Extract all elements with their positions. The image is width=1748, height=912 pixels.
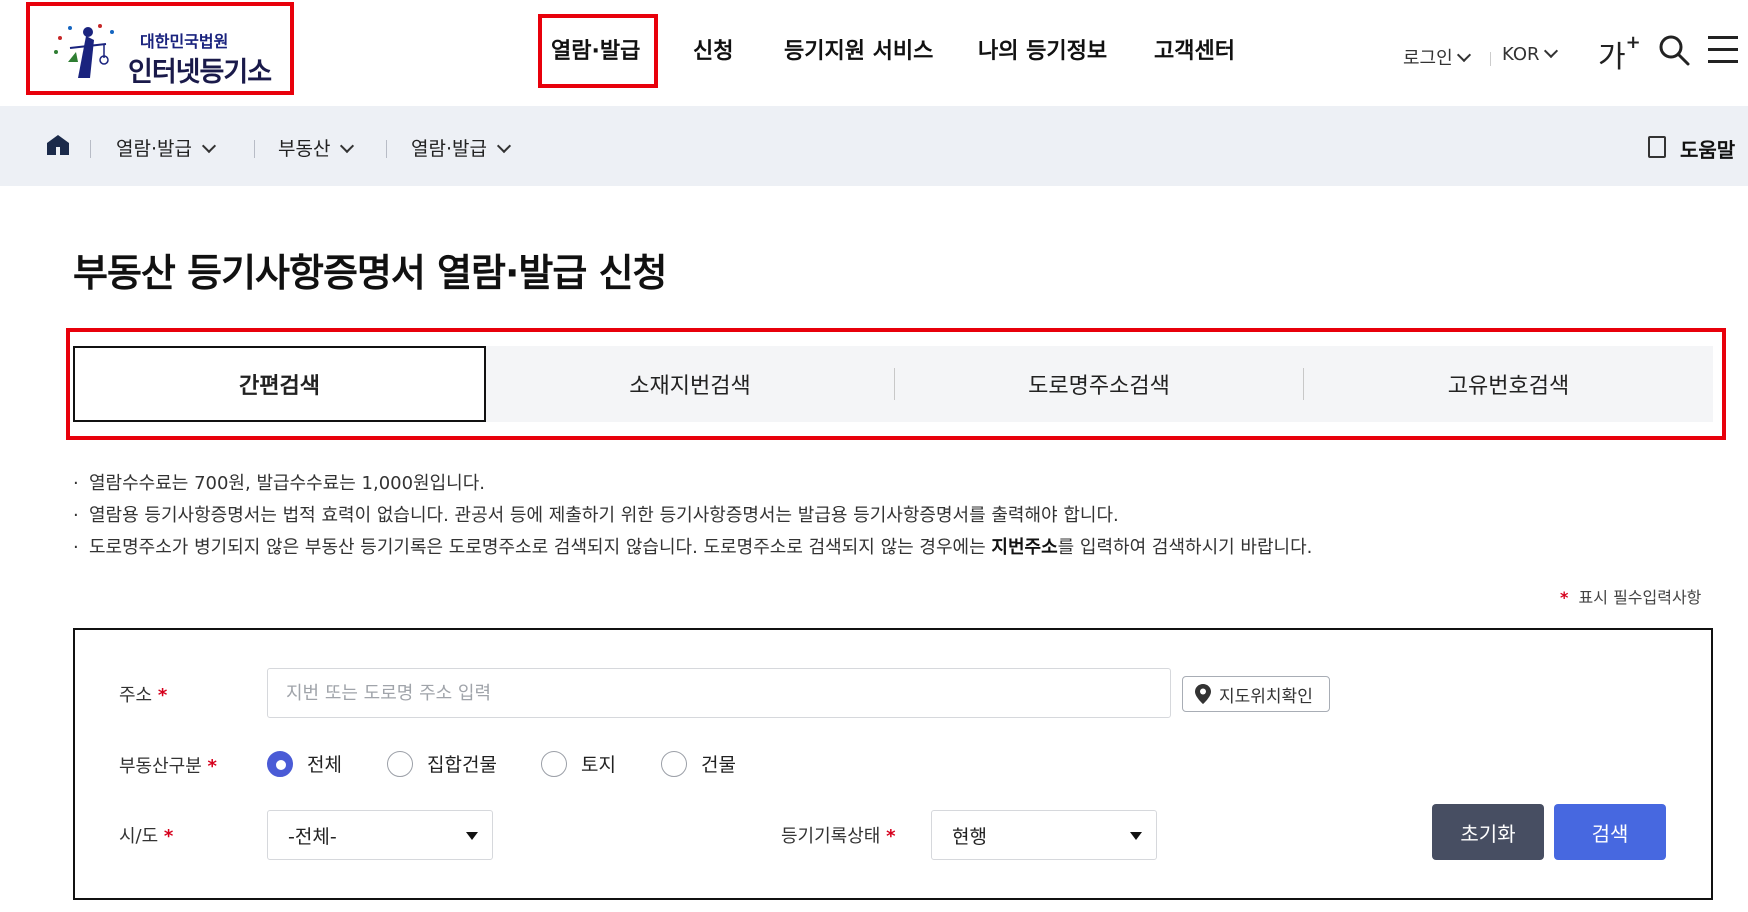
radio-building[interactable]: 건물 xyxy=(661,750,736,777)
address-label: 주소 * xyxy=(119,681,167,707)
page-title: 부동산 등기사항증명서 열람·발급 신청 xyxy=(73,251,667,295)
chevron-down-icon xyxy=(340,138,355,154)
nav-apply[interactable]: 신청 xyxy=(693,33,733,65)
label-text: 시/도 xyxy=(119,826,159,847)
nav-view-issue[interactable]: 열람·발급 xyxy=(551,33,640,65)
home-icon[interactable] xyxy=(46,134,70,156)
caret-down-icon xyxy=(466,832,478,840)
sido-select[interactable]: -전체- xyxy=(267,810,493,860)
search-tabs: 간편검색 소재지번검색 도로명주소검색 고유번호검색 xyxy=(73,346,1713,422)
breadcrumb: 열람·발급 부동산 열람·발급 도움말 xyxy=(0,106,1748,186)
search-button[interactable]: 검색 xyxy=(1554,804,1666,860)
caret-down-icon xyxy=(1130,832,1142,840)
label-text: 부동산구분 xyxy=(119,756,202,777)
required-mark: * xyxy=(163,826,174,847)
notice-item: 열람수수료는 700원, 발급수수료는 1,000원입니다. xyxy=(73,468,1312,500)
chevron-down-icon xyxy=(1456,47,1471,63)
font-size-label: 가 xyxy=(1598,40,1626,75)
logo-title: 인터넷등기소 xyxy=(128,57,272,88)
login-menu[interactable]: 로그인 xyxy=(1403,44,1471,70)
radio-all[interactable]: 전체 xyxy=(267,750,342,777)
court-emblem-icon xyxy=(54,24,114,78)
fee-notice: 열람수수료는 700원, 발급수수료는 1,000원입니다. 열람용 등기사항증… xyxy=(73,468,1312,564)
map-pin-icon xyxy=(1195,684,1211,704)
label-text: 등기기록상태 xyxy=(781,826,881,847)
map-location-button[interactable]: 지도위치확인 xyxy=(1182,676,1330,712)
tab-unique-number-search[interactable]: 고유번호검색 xyxy=(1304,346,1713,422)
breadcrumb-label: 부동산 xyxy=(278,138,331,160)
chevron-down-icon xyxy=(201,138,217,154)
required-mark: * xyxy=(157,685,168,706)
record-status-select[interactable]: 현행 xyxy=(931,810,1157,860)
radio-label: 집합건물 xyxy=(427,754,497,776)
logo-subtitle: 대한민국법원 xyxy=(140,32,229,51)
chevron-down-icon xyxy=(496,138,512,154)
required-mark: * xyxy=(1560,588,1569,607)
sido-label: 시/도 * xyxy=(119,822,173,848)
radio-unchecked-icon xyxy=(541,750,567,777)
radio-checked-icon xyxy=(267,750,293,777)
label-text: 주소 xyxy=(119,685,153,706)
radio-unchecked-icon xyxy=(387,750,413,777)
chevron-down-icon xyxy=(1543,43,1558,59)
breadcrumb-level1[interactable]: 열람·발급 xyxy=(116,134,217,161)
radio-label: 전체 xyxy=(307,754,342,776)
help-link[interactable]: 도움말 xyxy=(1680,134,1735,163)
address-input[interactable] xyxy=(267,668,1171,718)
breadcrumb-label: 열람·발급 xyxy=(116,138,192,160)
tab-lot-number-search[interactable]: 소재지번검색 xyxy=(486,346,894,422)
breadcrumb-label: 열람·발급 xyxy=(411,138,487,160)
site-header: 대한민국법원 인터넷등기소 열람·발급 신청 등기지원 서비스 나의 등기정보 … xyxy=(0,0,1748,106)
radio-unchecked-icon xyxy=(661,750,687,777)
site-logo[interactable]: 대한민국법원 인터넷등기소 xyxy=(26,2,294,95)
required-legend: * 표시 필수입력사항 xyxy=(1560,584,1701,608)
font-size-button[interactable]: 가+ xyxy=(1598,32,1641,76)
breadcrumb-level2[interactable]: 부동산 xyxy=(278,134,355,161)
required-mark: * xyxy=(207,756,217,777)
property-type-label: 부동산구분 * xyxy=(119,752,217,778)
breadcrumb-divider xyxy=(90,140,91,158)
required-legend-text: 표시 필수입력사항 xyxy=(1578,588,1702,607)
notice-text: 도로명주소가 병기되지 않은 부동산 등기기록은 도로명주소로 검색되지 않습니… xyxy=(89,537,992,558)
hamburger-menu-icon[interactable] xyxy=(1708,36,1738,64)
select-value: 현행 xyxy=(952,825,987,848)
font-size-plus: + xyxy=(1625,32,1641,53)
record-status-label: 등기기록상태 * xyxy=(781,822,896,848)
notice-item: 도로명주소가 병기되지 않은 부동산 등기기록은 도로명주소로 검색되지 않습니… xyxy=(73,532,1312,564)
radio-label: 건물 xyxy=(701,754,736,776)
nav-customer-center[interactable]: 고객센터 xyxy=(1154,33,1235,65)
notice-text: 를 입력하여 검색하시기 바랍니다. xyxy=(1057,537,1313,558)
breadcrumb-level3[interactable]: 열람·발급 xyxy=(411,134,512,161)
reset-button[interactable]: 초기화 xyxy=(1432,804,1544,860)
radio-collective-building[interactable]: 집합건물 xyxy=(387,750,497,777)
radio-land[interactable]: 토지 xyxy=(541,750,616,777)
help-book-icon[interactable] xyxy=(1648,136,1666,158)
required-mark: * xyxy=(886,826,896,847)
login-label: 로그인 xyxy=(1403,48,1453,69)
select-value: -전체- xyxy=(288,825,337,848)
search-icon[interactable] xyxy=(1658,34,1690,66)
breadcrumb-divider xyxy=(254,140,255,158)
notice-item: 열람용 등기사항증명서는 법적 효력이 없습니다. 관공서 등에 제출하기 위한… xyxy=(73,500,1312,532)
map-button-label: 지도위치확인 xyxy=(1219,686,1313,707)
nav-my-registry[interactable]: 나의 등기정보 xyxy=(978,33,1107,65)
language-menu[interactable]: KOR xyxy=(1502,43,1558,65)
breadcrumb-divider xyxy=(386,140,387,158)
nav-support-service[interactable]: 등기지원 서비스 xyxy=(784,33,933,65)
tab-road-address-search[interactable]: 도로명주소검색 xyxy=(895,346,1303,422)
tab-simple-search[interactable]: 간편검색 xyxy=(73,346,486,422)
util-divider xyxy=(1490,52,1491,66)
radio-label: 토지 xyxy=(581,754,616,776)
notice-emphasis: 지번주소 xyxy=(991,537,1058,558)
language-label: KOR xyxy=(1502,44,1540,65)
